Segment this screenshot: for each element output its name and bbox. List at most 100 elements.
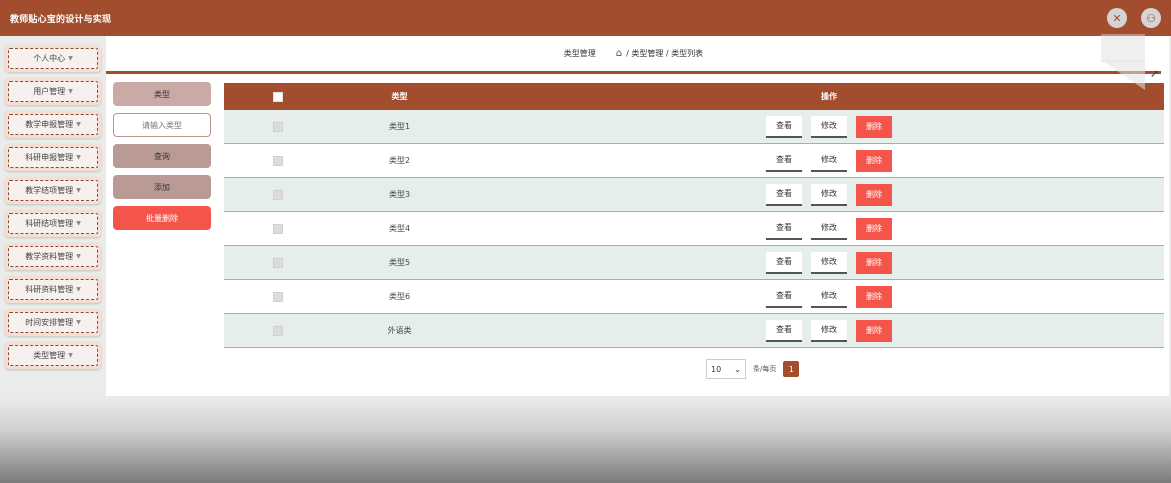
edit-button[interactable]: 修改 [811,251,847,274]
row-actions: 查看 修改 删除 [649,285,1009,308]
top-icons: ✕ ⚇ [1107,8,1161,28]
column-header-type[interactable]: 类型 [331,91,468,102]
view-button[interactable]: 查看 [766,217,802,240]
select-all-checkbox[interactable] [272,91,283,102]
pagination: 10 ⌄ 条/每页 1 [706,359,800,379]
table-row: 类型6 查看 修改 删除 [224,280,1164,314]
row-actions: 查看 修改 删除 [649,183,1009,206]
row-actions: 查看 修改 删除 [649,217,1009,240]
chevron-down-icon: ▼ [68,55,73,62]
app-title: 教师贴心宝的设计与实现 [10,14,112,25]
type-table: 类型 操作 类型1 查看 修改 删除 类型2 查看 修改 删除 类型3 查看 修… [224,83,1164,348]
table-header: 类型 操作 [224,83,1164,110]
row-type-name: 类型5 [388,258,411,267]
row-type-name: 外语类 [387,326,412,335]
breadcrumb-path: / 类型管理 / 类型列表 [626,49,704,58]
row-checkbox[interactable] [272,325,283,336]
row-actions: 查看 修改 删除 [649,319,1009,342]
user-icon[interactable]: ⚇ [1141,8,1161,28]
close-x-icon[interactable]: ✕ [1107,8,1127,28]
view-button[interactable]: 查看 [766,251,802,274]
table-row: 类型1 查看 修改 删除 [224,110,1164,144]
edit-button[interactable]: 修改 [811,183,847,206]
per-page-label: 条/每页 [753,365,777,373]
delete-button[interactable]: 删除 [856,217,892,240]
edit-button[interactable]: 修改 [811,149,847,172]
top-bar: 教师贴心宝的设计与实现 ✕ ⚇ [0,0,1171,36]
delete-button[interactable]: 删除 [856,149,892,172]
row-checkbox[interactable] [272,189,283,200]
overlay-box [1101,34,1145,62]
sidebar-item-research-close[interactable]: 科研结项管理 ▼ [5,210,101,237]
row-checkbox[interactable] [272,291,283,302]
view-button[interactable]: 查看 [766,115,802,138]
edit-button[interactable]: 修改 [811,115,847,138]
home-icon[interactable]: ⌂ [616,48,622,59]
sidebar-item-users[interactable]: 用户管理 ▼ [5,78,101,105]
chevron-down-icon: ▼ [68,352,73,359]
row-checkbox[interactable] [272,257,283,268]
sidebar-item-profile[interactable]: 个人中心 ▼ [5,45,101,72]
row-actions: 查看 修改 删除 [649,251,1009,274]
sidebar-item-types[interactable]: 类型管理 ▼ [5,342,101,369]
page-size-select[interactable]: 10 ⌄ [706,359,746,379]
sidebar-item-teaching-docs[interactable]: 教学资料管理 ▼ [5,243,101,270]
breadcrumb: 类型管理 ⌂ / 类型管理 / 类型列表 [106,36,1161,74]
main-content: 类型管理 ⌂ / 类型管理 / 类型列表 类型 查询 添加 批量删除 类型 操作… [106,36,1169,396]
sidebar-item-teaching-close[interactable]: 教学结项管理 ▼ [5,177,101,204]
sidebar-item-research-docs[interactable]: 科研资料管理 ▼ [5,276,101,303]
overlay-triangle [1101,60,1145,90]
sidebar-item-teaching-apply[interactable]: 教学申报管理 ▼ [5,111,101,138]
edit-button[interactable]: 修改 [811,319,847,342]
row-actions: 查看 修改 删除 [649,149,1009,172]
chevron-down-icon: ▼ [76,286,81,293]
chevron-down-icon: ▼ [76,187,81,194]
delete-button[interactable]: 删除 [856,115,892,138]
page-number-button[interactable]: 1 [783,361,800,377]
delete-button[interactable]: 删除 [856,285,892,308]
row-checkbox[interactable] [272,121,283,132]
search-panel: 类型 查询 添加 批量删除 [113,82,211,237]
row-type-name: 类型6 [388,292,411,301]
sidebar-item-research-apply[interactable]: 科研申报管理 ▼ [5,144,101,171]
chevron-down-icon: ▼ [68,88,73,95]
chevron-down-icon: ▼ [76,121,81,128]
row-checkbox[interactable] [272,223,283,234]
batch-delete-button[interactable]: 批量删除 [113,206,211,230]
query-button[interactable]: 查询 [113,144,211,168]
row-type-name: 类型2 [388,156,411,165]
sidebar-item-schedule[interactable]: 时间安排管理 ▼ [5,309,101,336]
chevron-down-icon: ▼ [76,154,81,161]
sidebar: 个人中心 ▼ 用户管理 ▼ 教学申报管理 ▼ 科研申报管理 ▼ 教学结项管理 ▼ 科研结项… [0,36,106,396]
table-row: 类型3 查看 修改 删除 [224,178,1164,212]
table-row: 外语类 查看 修改 删除 [224,314,1164,348]
row-type-name: 类型4 [388,224,411,233]
chevron-down-icon: ▼ [76,253,81,260]
table-row: 类型2 查看 修改 删除 [224,144,1164,178]
row-checkbox[interactable] [272,155,283,166]
type-search-input[interactable] [113,113,211,137]
mouse-cursor-icon: ➚ [1150,67,1160,80]
edit-button[interactable]: 修改 [811,285,847,308]
chevron-down-icon: ⌄ [734,364,741,374]
delete-button[interactable]: 删除 [856,251,892,274]
bottom-shade [0,396,1171,483]
chevron-down-icon: ▼ [76,220,81,227]
type-field-label: 类型 [113,82,211,106]
row-type-name: 类型3 [388,190,411,199]
view-button[interactable]: 查看 [766,149,802,172]
view-button[interactable]: 查看 [766,319,802,342]
row-actions: 查看 修改 删除 [649,115,1009,138]
row-type-name: 类型1 [388,122,411,131]
delete-button[interactable]: 删除 [856,183,892,206]
chevron-down-icon: ▼ [76,319,81,326]
edit-button[interactable]: 修改 [811,217,847,240]
page-title: 类型管理 [563,49,596,58]
column-header-ops: 操作 [821,92,837,101]
delete-button[interactable]: 删除 [856,319,892,342]
add-button[interactable]: 添加 [113,175,211,199]
table-row: 类型5 查看 修改 删除 [224,246,1164,280]
view-button[interactable]: 查看 [766,285,802,308]
view-button[interactable]: 查看 [766,183,802,206]
table-row: 类型4 查看 修改 删除 [224,212,1164,246]
